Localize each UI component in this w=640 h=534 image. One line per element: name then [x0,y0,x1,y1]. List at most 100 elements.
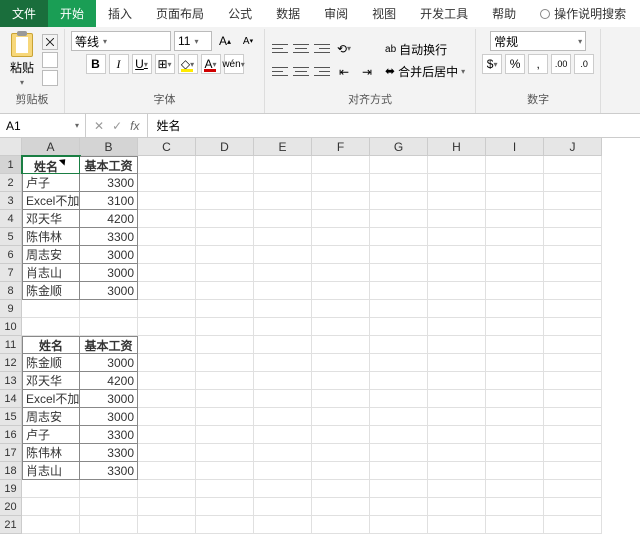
cell[interactable] [312,318,370,336]
cell[interactable] [196,444,254,462]
cell[interactable] [138,498,196,516]
cell[interactable] [370,408,428,426]
cell[interactable] [370,444,428,462]
cell[interactable] [370,264,428,282]
cell[interactable] [544,156,602,174]
cell[interactable] [428,210,486,228]
cell[interactable] [196,426,254,444]
cell[interactable]: 3300 [80,444,138,462]
cell[interactable] [312,156,370,174]
number-format-select[interactable]: 常规▾ [490,31,586,51]
row-header[interactable]: 12 [0,354,22,372]
cell[interactable]: 3000 [80,354,138,372]
cell[interactable] [254,246,312,264]
cell[interactable] [486,408,544,426]
tab-layout[interactable]: 页面布局 [144,0,216,27]
cell[interactable] [138,426,196,444]
cell[interactable]: 陈金顺 [22,354,80,372]
cell[interactable]: 卢子 [22,174,80,192]
cell[interactable] [138,354,196,372]
cell[interactable] [312,354,370,372]
cell[interactable]: 周志安 [22,246,80,264]
cell[interactable] [254,516,312,534]
row-header[interactable]: 20 [0,498,22,516]
cell[interactable] [196,408,254,426]
cell[interactable] [312,192,370,210]
cell[interactable] [370,210,428,228]
cell[interactable] [486,444,544,462]
align-left-button[interactable] [271,65,289,79]
tab-file[interactable]: 文件 [0,0,48,27]
format-painter-button[interactable] [42,70,58,86]
cell[interactable]: 3300 [80,426,138,444]
cell[interactable]: 4200 [80,372,138,390]
font-size-select[interactable]: 11▾ [174,31,212,51]
cell[interactable]: 陈伟林 [22,228,80,246]
cell[interactable]: 卢子 [22,426,80,444]
cell[interactable]: 基本工资 [80,336,138,354]
cell[interactable] [428,426,486,444]
cell[interactable] [428,462,486,480]
align-center-button[interactable] [292,65,310,79]
cell[interactable] [428,300,486,318]
cell[interactable] [196,156,254,174]
row-header[interactable]: 11 [0,336,22,354]
cell[interactable] [544,408,602,426]
tell-me[interactable]: 操作说明搜索 [528,0,638,27]
cell[interactable] [312,246,370,264]
cell[interactable] [138,282,196,300]
cell[interactable] [428,516,486,534]
row-header[interactable]: 21 [0,516,22,534]
cell[interactable] [254,174,312,192]
cell[interactable] [428,246,486,264]
col-header[interactable]: F [312,138,370,156]
cell[interactable] [544,318,602,336]
col-header[interactable]: I [486,138,544,156]
col-header[interactable]: J [544,138,602,156]
cell[interactable] [196,336,254,354]
tab-help[interactable]: 帮助 [480,0,528,27]
cell[interactable] [544,444,602,462]
cell[interactable]: 肖志山 [22,264,80,282]
cell[interactable] [138,156,196,174]
cell[interactable] [312,282,370,300]
cell[interactable] [486,246,544,264]
cell[interactable] [428,264,486,282]
cell[interactable] [486,300,544,318]
cell[interactable] [312,372,370,390]
cell[interactable] [428,174,486,192]
cell[interactable] [254,354,312,372]
cell[interactable] [428,498,486,516]
cell[interactable] [312,390,370,408]
cell[interactable] [138,246,196,264]
cell[interactable] [138,390,196,408]
cell[interactable] [544,498,602,516]
cell[interactable] [312,444,370,462]
cell[interactable] [80,498,138,516]
cell[interactable] [138,228,196,246]
cell[interactable] [428,192,486,210]
fx-button[interactable]: fx [130,119,139,133]
cell[interactable] [428,444,486,462]
cell[interactable]: 3000 [80,264,138,282]
cell[interactable] [544,174,602,192]
cell[interactable] [486,498,544,516]
cell[interactable] [486,156,544,174]
cell[interactable] [254,318,312,336]
cell[interactable]: 3300 [80,462,138,480]
phonetic-button[interactable]: wén▾ [224,54,244,74]
cell[interactable] [138,264,196,282]
cell[interactable] [486,228,544,246]
row-header[interactable]: 3 [0,192,22,210]
cell[interactable] [138,462,196,480]
cell[interactable]: 姓名 [22,336,80,354]
merge-center-button[interactable]: ⬌合并后居中▾ [381,62,469,81]
cell[interactable] [486,282,544,300]
cell[interactable]: 3000 [80,282,138,300]
cell[interactable] [312,300,370,318]
decrease-decimal-button[interactable]: .0 [574,54,594,74]
cell[interactable]: 基本工资 [80,156,138,174]
cancel-formula-button[interactable]: ✕ [94,119,104,133]
cell[interactable] [138,480,196,498]
cell[interactable] [254,336,312,354]
